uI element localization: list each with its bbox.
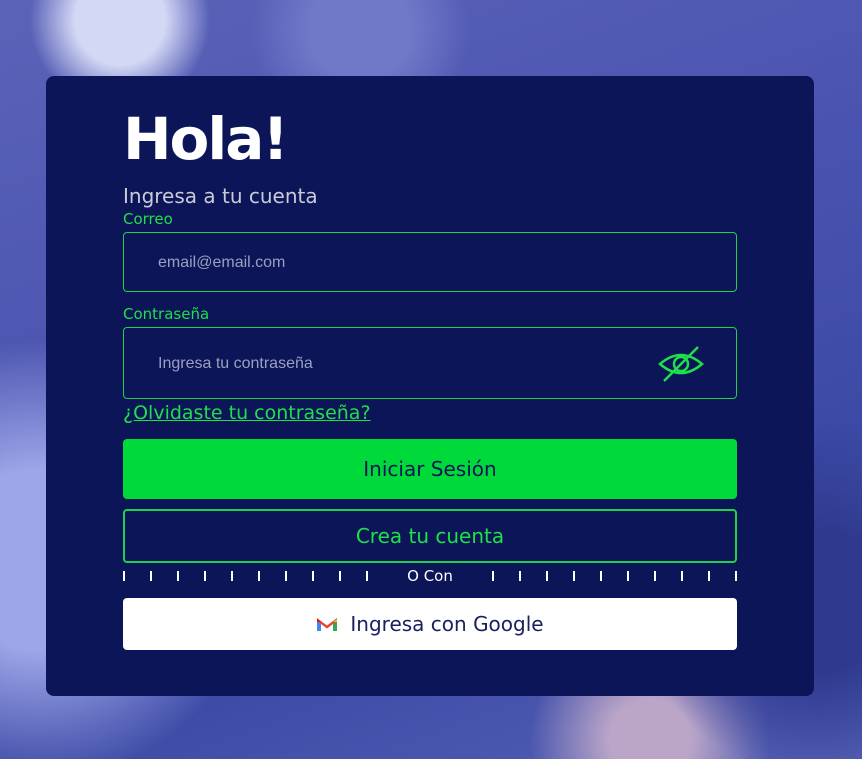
eye-off-icon[interactable] (658, 344, 704, 384)
email-label: Correo (123, 210, 173, 228)
email-input[interactable] (156, 233, 640, 293)
divider-tick (177, 571, 179, 581)
divider-tick (734, 571, 737, 581)
divider-tick (366, 571, 368, 581)
divider-tick (123, 571, 125, 581)
divider-tick (285, 571, 287, 581)
divider-tick (626, 571, 629, 581)
divider-tick (680, 571, 683, 581)
password-field-box (123, 327, 737, 400)
divider-ticks-right (491, 571, 737, 581)
email-field-box (123, 232, 737, 293)
divider-tick (339, 571, 341, 581)
divider-tick (231, 571, 233, 581)
page-title: Hola! (123, 105, 289, 173)
divider-ticks-left (123, 571, 368, 581)
login-card: Hola! Ingresa a tu cuenta Correo Contras… (46, 76, 814, 696)
divider: O Con (123, 566, 737, 586)
page-subtitle: Ingresa a tu cuenta (123, 184, 318, 208)
gmail-icon (317, 618, 338, 631)
login-button[interactable]: Iniciar Sesión (123, 439, 737, 499)
divider-tick (491, 571, 494, 581)
divider-tick (599, 571, 602, 581)
divider-tick (572, 571, 575, 581)
google-login-button[interactable]: Ingresa con Google (123, 598, 737, 650)
divider-text: O Con (407, 567, 453, 585)
divider-tick (258, 571, 260, 581)
divider-tick (150, 571, 152, 581)
divider-tick (312, 571, 314, 581)
google-button-label: Ingresa con Google (350, 612, 544, 636)
divider-tick (653, 571, 656, 581)
forgot-password-link[interactable]: ¿Olvidaste tu contraseña? (123, 402, 371, 424)
create-account-button[interactable]: Crea tu cuenta (123, 509, 737, 563)
divider-tick (204, 571, 206, 581)
divider-tick (518, 571, 521, 581)
divider-tick (545, 571, 548, 581)
password-input[interactable] (156, 328, 640, 400)
divider-tick (707, 571, 710, 581)
password-label: Contraseña (123, 305, 210, 323)
